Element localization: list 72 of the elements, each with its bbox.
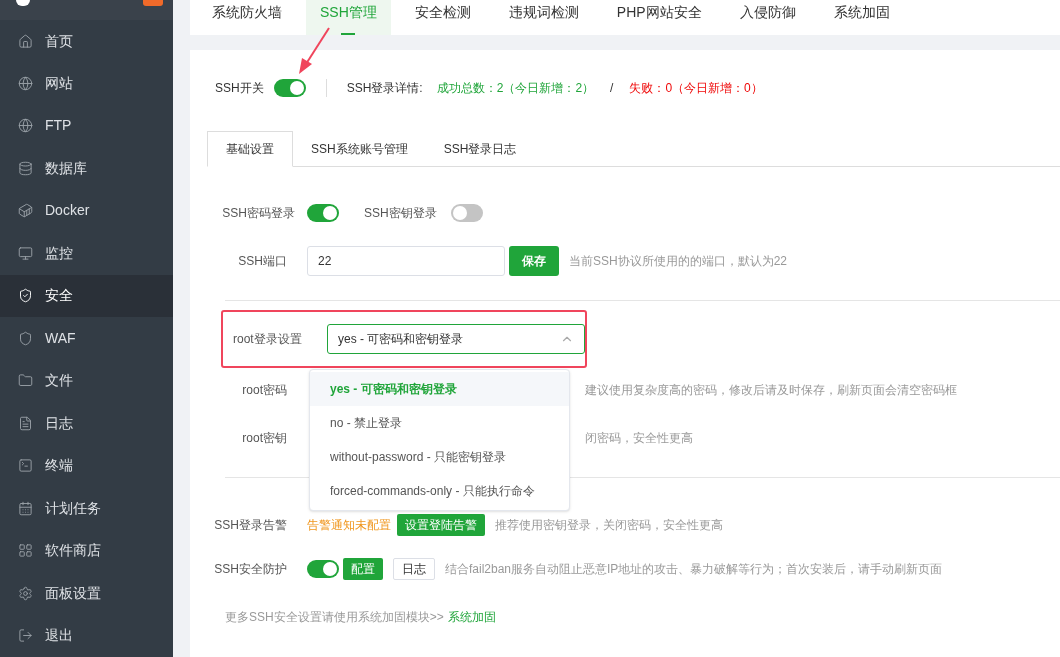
globe-icon [18,76,33,91]
badge [143,0,163,6]
dropdown-option[interactable]: without-password - 只能密钥登录 [310,440,569,474]
tab[interactable]: 系统加固 [819,0,904,35]
root-login-label: root登录设置 [232,331,303,348]
logo-icon [16,0,30,6]
root-password-hint: 建议使用复杂度高的密码，修改后请及时保存，刷新页面会清空密码框 [585,382,957,399]
port-hint: 当前SSH协议所使用的的端口，默认为22 [569,253,788,270]
annotation-arrow [296,26,332,76]
dropdown-option[interactable]: forced-commands-only - 只能执行命令 [310,474,569,508]
dropdown-option[interactable]: no - 禁止登录 [310,406,569,440]
key-login-switch[interactable] [450,204,483,222]
sidebar-item[interactable]: 计划任务 [0,487,173,530]
monitor-icon [18,245,33,261]
document-icon [18,415,33,431]
sidebar-item[interactable]: Docker [0,189,173,233]
sidebar-item[interactable]: 退出 [0,614,173,657]
failure-count: 失败：0（今日新增：0） [629,80,763,97]
sidebar-item[interactable]: 面板设置 [0,572,173,615]
tab[interactable]: 违规词检测 [494,0,593,35]
calendar-icon [18,500,33,516]
terminal-icon [18,458,33,474]
log-button[interactable]: 日志 [393,558,435,580]
home-icon [18,33,33,49]
login-alert-hint: 推荐使用密钥登录，关闭密码，安全性更高 [495,517,723,534]
alert-status: 告警通知未配置 [307,517,391,534]
password-login-label: SSH密码登录 [221,205,296,222]
root-login-select[interactable]: yes - 可密码和密钥登录 [327,324,585,354]
tab[interactable]: 基础设置 [207,131,293,167]
tab[interactable]: SSH登录日志 [425,131,535,166]
sidebar-item[interactable]: 监控 [0,232,173,275]
sidebar-item[interactable]: 文件 [0,359,173,403]
container-icon [18,203,33,219]
settings-icon [18,585,33,601]
root-key-label: root密钥 [241,430,288,447]
protection-label: SSH安全防护 [213,561,288,578]
protection-hint: 结合fail2ban服务自动阻止恶意IP地址的攻击、暴力破解等行为；首次安装后，请手动刷新页面 [445,561,943,578]
login-details-label: SSH登录详情: [346,80,423,97]
sidebar-item[interactable]: FTP [0,104,173,148]
ssh-switch[interactable] [273,79,306,97]
sidebar-item[interactable]: 日志 [0,402,173,445]
tab[interactable]: SSH系统账号管理 [293,131,426,166]
port-label: SSH端口 [237,253,288,270]
sidebar-item[interactable]: 数据库 [0,147,173,190]
root-key-hint: 闭密码，安全性更高 [585,430,693,447]
sidebar-item[interactable]: 终端 [0,444,173,488]
ssh-switch-label: SSH开关 [214,80,264,97]
root-password-label: root密码 [241,382,288,399]
folder-icon [18,373,33,389]
logout-icon [18,628,33,644]
tab[interactable]: 安全检测 [400,0,485,35]
sidebar-item[interactable]: 软件商店 [0,529,173,573]
protection-switch[interactable] [307,560,339,578]
tab[interactable]: PHP网站安全 [602,0,716,35]
login-alert-label: SSH登录告警 [213,517,288,534]
grid-icon [18,543,33,559]
sidebar-item[interactable]: 安全 [0,274,173,318]
key-login-label: SSH密钥登录 [364,205,437,222]
globe-icon [18,118,33,134]
tab[interactable]: 系统防火墙 [198,0,296,35]
password-login-switch[interactable] [307,204,339,222]
sidebar-item[interactable]: 网站 [0,62,173,105]
sidebar-item[interactable]: 首页 [0,19,173,63]
sidebar-item[interactable]: WAF [0,317,173,360]
shield-icon [18,330,33,346]
port-field[interactable]: 22 [307,246,505,276]
footer-text: 更多SSH安全设置请使用系统加固模块>> [225,609,444,626]
shield-check-icon [18,288,33,304]
tab[interactable]: 入侵防御 [725,0,810,35]
database-icon [18,160,33,176]
separator-text: / [610,80,614,97]
success-count: 成功总数：2（今日新增：2） [436,80,595,97]
